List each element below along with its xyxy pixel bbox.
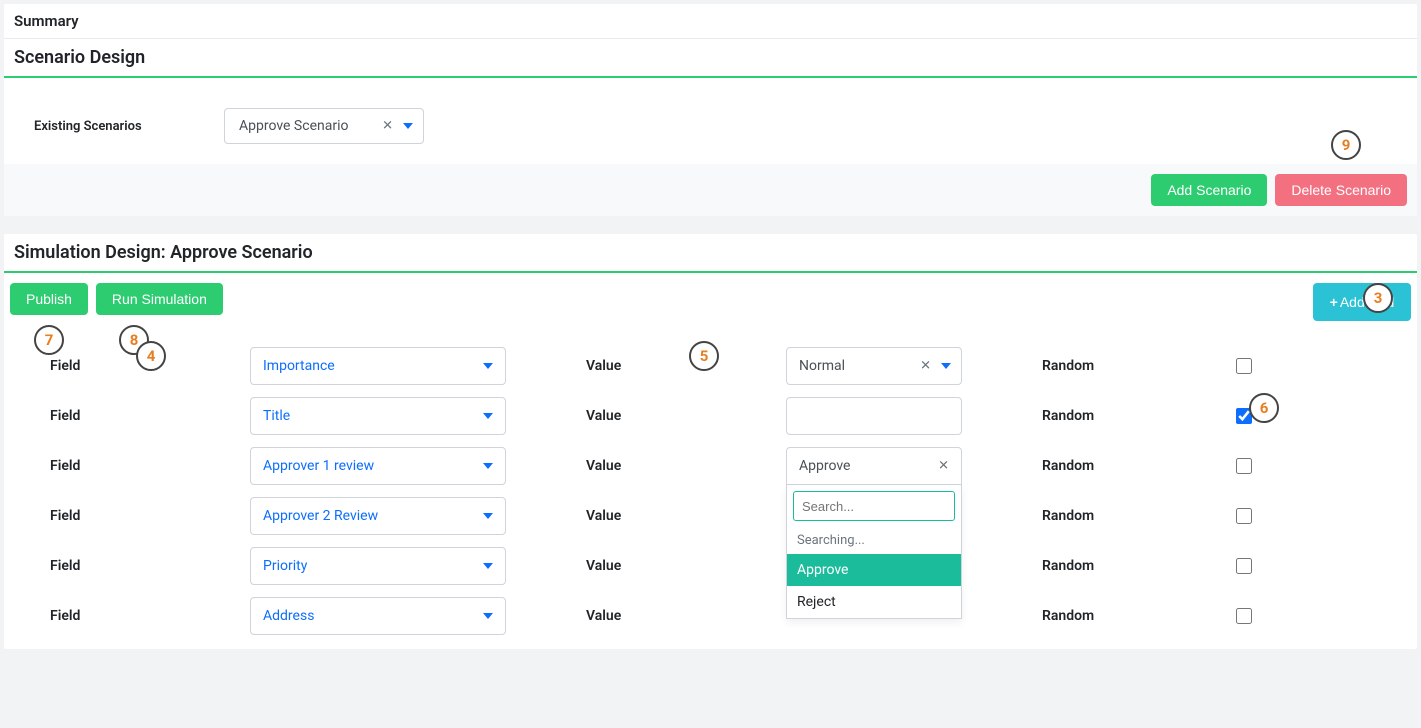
random-checkbox[interactable] xyxy=(1236,558,1252,574)
field-row: Field Title Value Random 6 xyxy=(4,391,1417,441)
add-field-button[interactable]: +Add field xyxy=(1313,283,1411,321)
scenario-design-title: Scenario Design xyxy=(4,39,1417,78)
dropdown-option[interactable]: Reject xyxy=(787,586,961,618)
field-select[interactable]: Importance xyxy=(250,347,506,385)
value-label: Value xyxy=(586,358,786,374)
delete-scenario-button[interactable]: Delete Scenario xyxy=(1275,174,1407,206)
field-select[interactable]: Priority xyxy=(250,547,506,585)
existing-scenarios-select[interactable]: Approve Scenario ✕ xyxy=(224,108,424,144)
dropdown-status: Searching... xyxy=(787,527,961,554)
field-label: Field xyxy=(10,358,250,374)
value-select[interactable]: Approve ✕ xyxy=(786,447,962,485)
random-checkbox[interactable] xyxy=(1236,508,1252,524)
run-simulation-button[interactable]: Run Simulation xyxy=(96,283,223,315)
random-checkbox[interactable] xyxy=(1236,608,1252,624)
random-checkbox[interactable] xyxy=(1236,408,1252,424)
chevron-down-icon xyxy=(483,463,493,469)
existing-scenarios-value: Approve Scenario xyxy=(239,118,348,134)
random-label: Random xyxy=(1042,358,1232,374)
close-icon[interactable]: ✕ xyxy=(938,459,949,474)
field-select[interactable]: Title xyxy=(250,397,506,435)
field-label: Field xyxy=(10,458,250,474)
field-select[interactable]: Approver 1 review xyxy=(250,447,506,485)
simulation-design-panel: Simulation Design: Approve Scenario Publ… xyxy=(4,234,1417,649)
field-label: Field xyxy=(10,408,250,424)
chevron-down-icon xyxy=(941,363,951,369)
plus-icon: + xyxy=(1330,294,1338,310)
chevron-down-icon xyxy=(483,613,493,619)
field-row: Field Approver 2 Review Value Random xyxy=(4,491,1417,541)
random-label: Random xyxy=(1042,508,1232,524)
random-label: Random xyxy=(1042,458,1232,474)
simulation-design-title: Simulation Design: Approve Scenario xyxy=(4,234,1417,273)
summary-title: Summary xyxy=(4,4,1417,39)
field-row: Field Importance Value Normal ✕ Random 4… xyxy=(4,341,1417,391)
close-icon[interactable]: ✕ xyxy=(382,119,393,134)
field-row: Field Priority Value Random xyxy=(4,541,1417,591)
value-label: Value xyxy=(586,608,786,624)
random-label: Random xyxy=(1042,608,1232,624)
field-label: Field xyxy=(10,508,250,524)
publish-button[interactable]: Publish xyxy=(10,283,88,315)
value-label: Value xyxy=(586,458,786,474)
value-label: Value xyxy=(586,558,786,574)
value-dropdown: Searching... Approve Reject xyxy=(786,485,962,619)
chevron-down-icon xyxy=(483,563,493,569)
chevron-down-icon xyxy=(483,513,493,519)
value-select[interactable]: Normal ✕ xyxy=(786,347,962,385)
chevron-down-icon xyxy=(483,363,493,369)
chevron-down-icon xyxy=(483,413,493,419)
dropdown-search-input[interactable] xyxy=(793,491,955,521)
random-checkbox[interactable] xyxy=(1236,358,1252,374)
add-scenario-button[interactable]: Add Scenario xyxy=(1151,174,1267,206)
summary-panel: Summary Scenario Design Existing Scenari… xyxy=(4,4,1417,216)
field-label: Field xyxy=(10,608,250,624)
dropdown-option[interactable]: Approve xyxy=(787,554,961,586)
field-label: Field xyxy=(10,558,250,574)
field-select[interactable]: Address xyxy=(250,597,506,635)
existing-scenarios-label: Existing Scenarios xyxy=(34,119,224,134)
chevron-down-icon xyxy=(403,123,413,129)
field-row: Field Approver 1 review Value Approve ✕ … xyxy=(4,441,1417,491)
value-label: Value xyxy=(586,508,786,524)
value-label: Value xyxy=(586,408,786,424)
field-row: Field Address Value Random xyxy=(4,591,1417,641)
random-label: Random xyxy=(1042,408,1232,424)
value-input[interactable] xyxy=(786,397,962,435)
close-icon[interactable]: ✕ xyxy=(920,359,931,374)
random-checkbox[interactable] xyxy=(1236,458,1252,474)
field-select[interactable]: Approver 2 Review xyxy=(250,497,506,535)
random-label: Random xyxy=(1042,558,1232,574)
